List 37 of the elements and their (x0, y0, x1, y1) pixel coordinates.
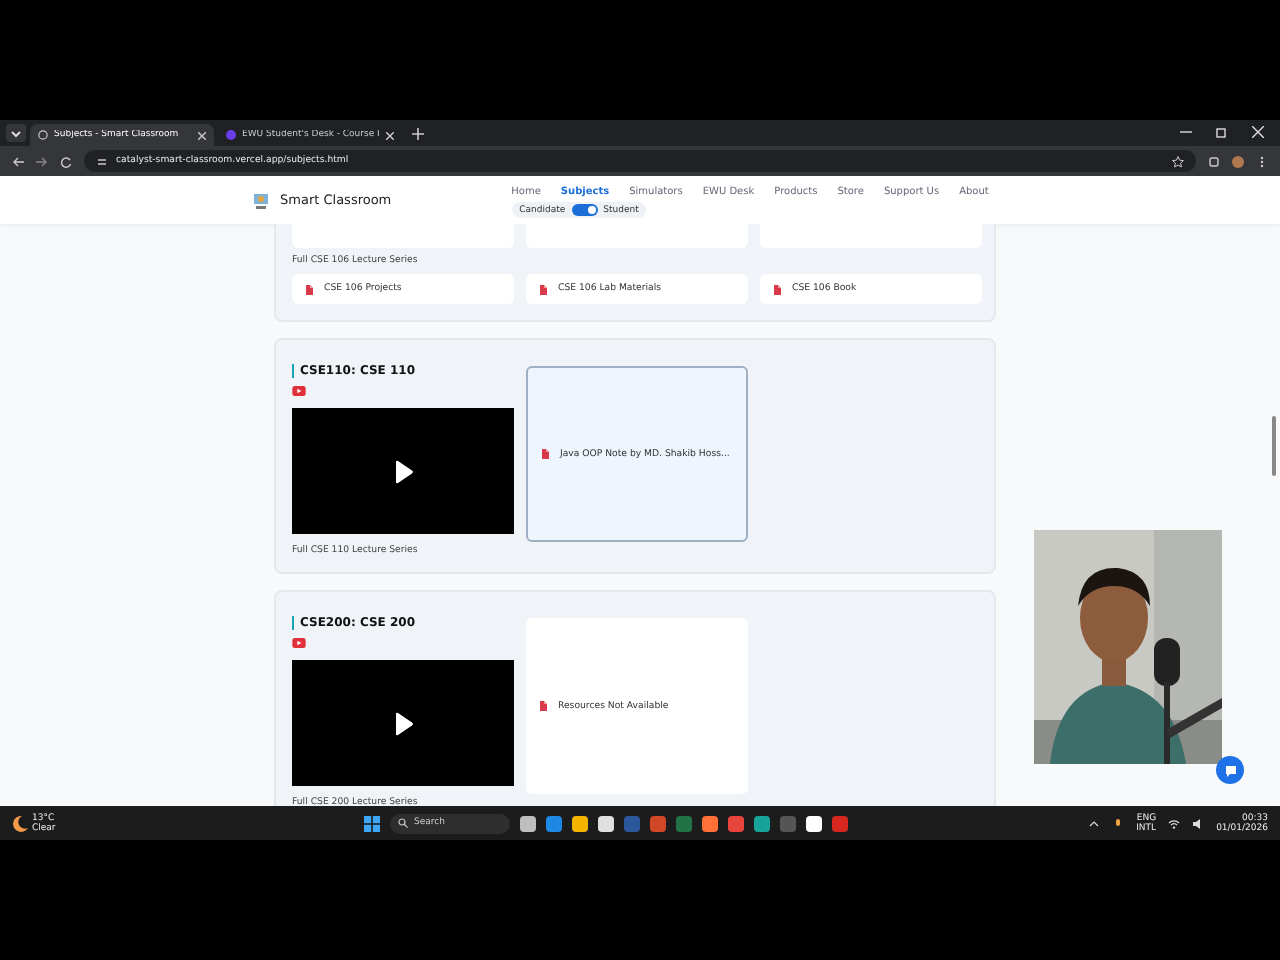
site-icon (226, 130, 236, 140)
pdf-icon (304, 283, 314, 295)
search-icon (398, 818, 408, 828)
play-icon[interactable] (393, 459, 413, 483)
logo-icon[interactable] (252, 191, 270, 209)
restore-icon[interactable] (1216, 126, 1228, 138)
globe-icon (38, 130, 48, 140)
close-icon[interactable] (386, 131, 394, 139)
reload-icon[interactable] (60, 155, 72, 167)
back-icon[interactable] (12, 155, 24, 167)
tab-menu-icon[interactable] (6, 124, 26, 142)
menu-icon[interactable] (1256, 155, 1268, 167)
new-tab-icon[interactable] (412, 128, 424, 140)
chat-button[interactable] (1216, 756, 1244, 784)
forward-icon[interactable] (36, 155, 48, 167)
play-icon[interactable] (393, 711, 413, 735)
scrollbar-thumb[interactable] (1272, 416, 1276, 476)
speaker-icon[interactable] (1192, 817, 1205, 829)
video-icon (292, 638, 306, 648)
mode-switch[interactable] (571, 204, 598, 216)
chat-icon (1223, 763, 1237, 777)
extensions-icon[interactable] (1208, 155, 1220, 167)
video-icon (292, 386, 306, 396)
close-icon[interactable] (198, 131, 206, 139)
wifi-icon[interactable] (1168, 817, 1181, 829)
close-icon[interactable] (1252, 126, 1264, 138)
pdf-icon (772, 283, 782, 295)
chevron-up-icon[interactable] (1088, 817, 1101, 829)
pdf-icon (540, 448, 550, 460)
pdf-icon (538, 700, 548, 712)
pdf-icon (538, 283, 548, 295)
start-icon[interactable] (364, 815, 380, 831)
star-icon[interactable] (1172, 155, 1184, 167)
weather-icon[interactable] (12, 815, 28, 831)
minimize-icon[interactable] (1180, 126, 1192, 138)
profile-avatar[interactable] (1232, 155, 1244, 167)
site-info-icon[interactable] (96, 155, 108, 167)
